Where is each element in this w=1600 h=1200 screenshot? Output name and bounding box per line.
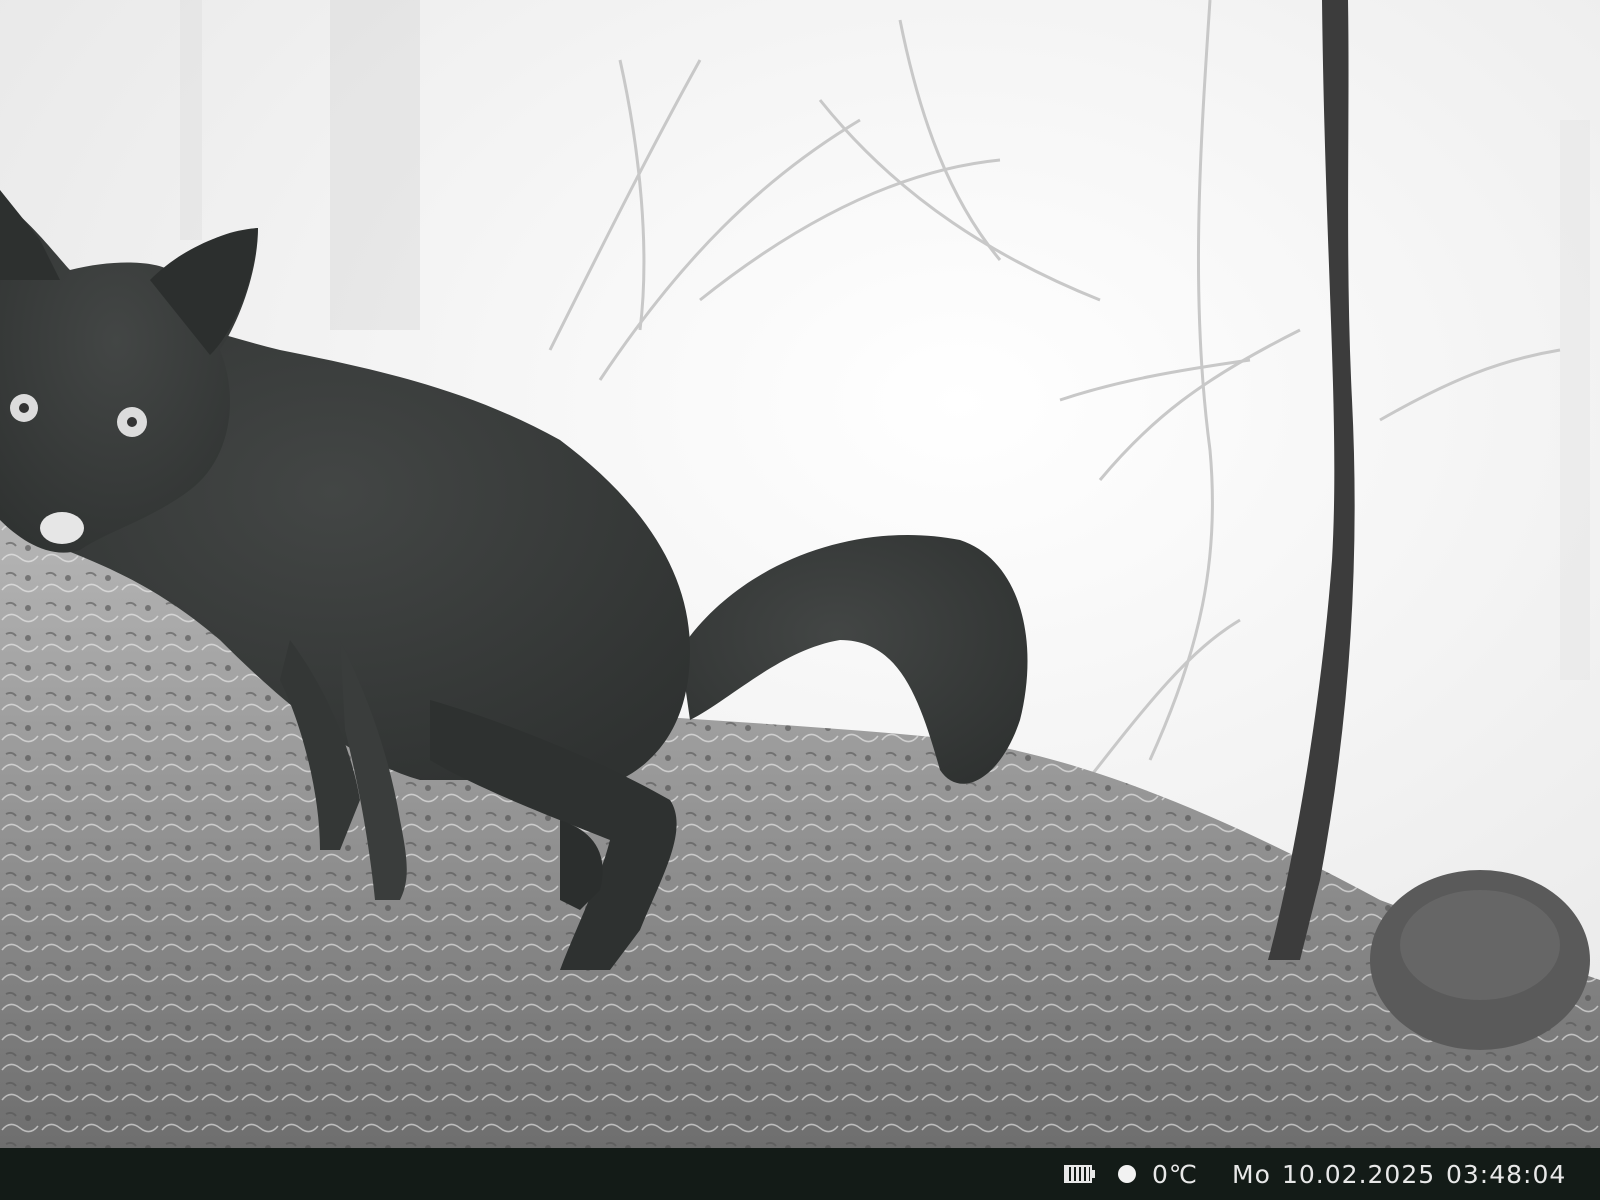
- fox-nose: [40, 512, 84, 544]
- camera-info-bar: 0℃ Mo 10.02.2025 03:48:04: [0, 1148, 1600, 1200]
- temperature-readout: 0℃: [1152, 1159, 1198, 1189]
- weekday-label: Mo: [1232, 1159, 1271, 1189]
- forest-scene: [0, 0, 1600, 1148]
- battery-icon: [1064, 1148, 1095, 1200]
- time-readout: 03:48:04: [1446, 1159, 1567, 1189]
- date-readout: 10.02.2025: [1282, 1159, 1436, 1189]
- moon-icon: [1118, 1148, 1136, 1200]
- camera-photo: [0, 0, 1600, 1148]
